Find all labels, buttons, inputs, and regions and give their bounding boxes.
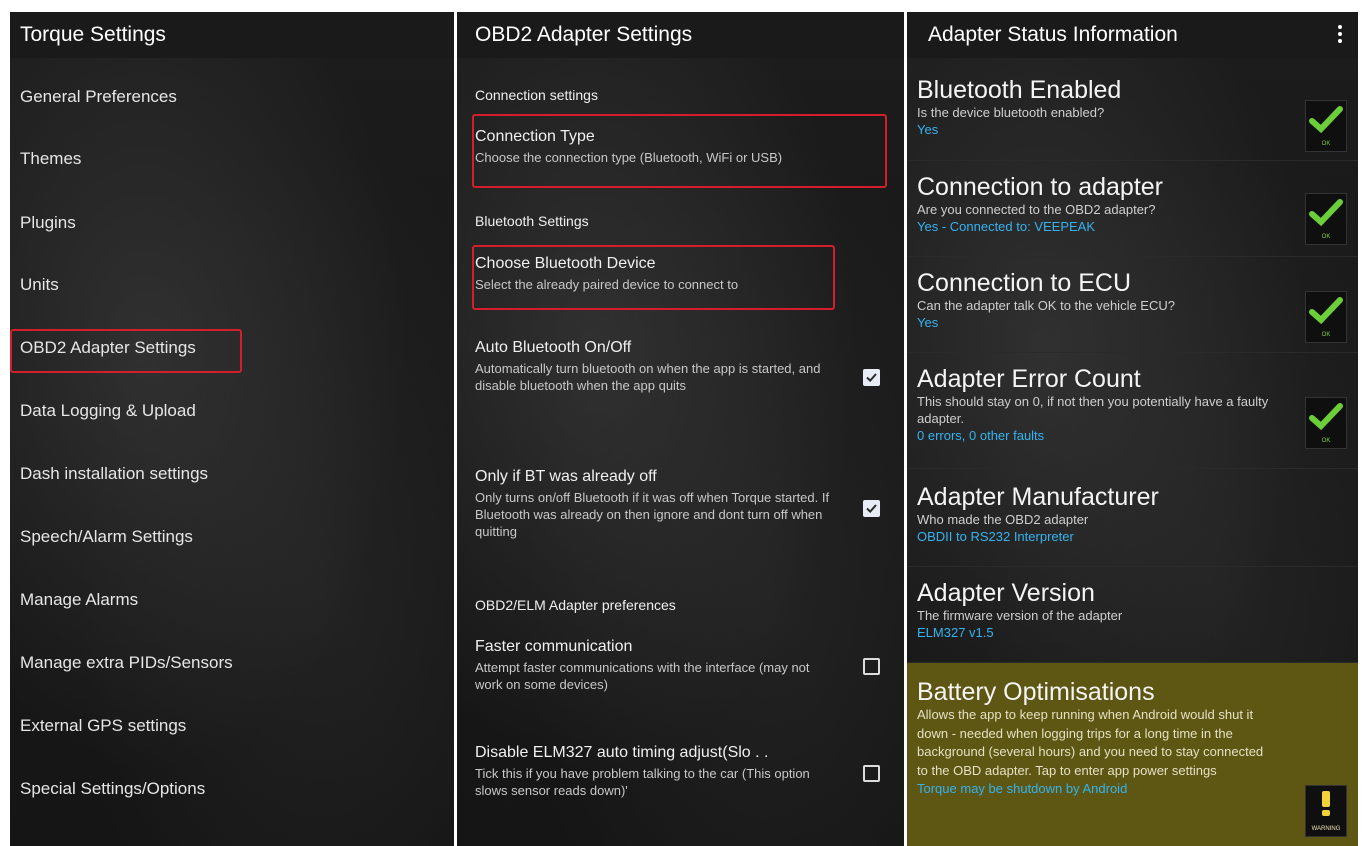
status-description: Is the device bluetooth enabled? xyxy=(917,105,1105,120)
status-adapter-error-count[interactable]: Adapter Error Count This should stay on … xyxy=(907,353,1358,469)
badge-label: WARNING xyxy=(1311,826,1341,832)
warning-badge-icon: WARNING xyxy=(1305,785,1347,837)
torque-settings-panel: Torque Settings General Preferences Them… xyxy=(10,12,454,846)
status-connection-to-adapter[interactable]: Connection to adapter Are you connected … xyxy=(907,161,1358,257)
menu-item-units[interactable]: Units xyxy=(10,254,454,316)
pref-summary: Tick this if you have problem talking to… xyxy=(475,766,810,798)
page-title: OBD2 Adapter Settings xyxy=(457,12,904,58)
menu-item-dash-installation[interactable]: Dash installation settings xyxy=(10,443,454,505)
ok-badge-icon: OK xyxy=(1305,291,1347,343)
adapter-status-panel: Adapter Status Information Bluetooth Ena… xyxy=(907,12,1358,846)
badge-label: OK xyxy=(1321,234,1331,240)
badge-label: OK xyxy=(1321,141,1331,147)
only-if-bt-off-pref[interactable]: Only if BT was already off Only turns on… xyxy=(475,468,835,540)
status-heading: Adapter Version xyxy=(917,579,1095,607)
auto-bluetooth-checkbox[interactable] xyxy=(863,369,880,386)
status-adapter-manufacturer[interactable]: Adapter Manufacturer Who made the OBD2 a… xyxy=(907,469,1358,567)
pref-title: Only if BT was already off xyxy=(475,468,657,485)
ok-badge-icon: OK xyxy=(1305,100,1347,152)
ok-badge-icon: OK xyxy=(1305,397,1347,449)
highlight-box xyxy=(472,245,835,310)
status-connection-to-ecu[interactable]: Connection to ECU Can the adapter talk O… xyxy=(907,257,1358,353)
obd2-adapter-settings-panel: OBD2 Adapter Settings Connection setting… xyxy=(457,12,904,846)
status-description: Allows the app to keep running when Andr… xyxy=(917,707,1264,778)
page-title: Torque Settings xyxy=(10,12,454,58)
badge-label: OK xyxy=(1321,438,1331,444)
menu-item-data-logging[interactable]: Data Logging & Upload xyxy=(10,380,454,442)
section-header-connection: Connection settings xyxy=(475,87,598,103)
status-value: ELM327 v1.5 xyxy=(917,625,994,640)
status-heading: Battery Optimisations xyxy=(917,678,1155,706)
highlight-box xyxy=(10,329,242,373)
highlight-box xyxy=(472,114,887,188)
menu-item-plugins[interactable]: Plugins xyxy=(10,192,454,254)
status-description: Who made the OBD2 adapter xyxy=(917,512,1089,527)
page-title: Adapter Status Information xyxy=(907,12,1358,58)
disable-auto-timing-checkbox[interactable] xyxy=(863,765,880,782)
status-description: This should stay on 0, if not then you p… xyxy=(917,394,1269,426)
status-value: Yes xyxy=(917,122,939,137)
status-value: OBDII to RS232 Interpreter xyxy=(917,529,1074,544)
status-description: Are you connected to the OBD2 adapter? xyxy=(917,202,1156,217)
pref-title: Disable ELM327 auto timing adjust(Slo . … xyxy=(475,744,769,761)
menu-item-external-gps[interactable]: External GPS settings xyxy=(10,695,454,757)
status-adapter-version[interactable]: Adapter Version The firmware version of … xyxy=(907,567,1358,663)
status-value: Yes xyxy=(917,315,939,330)
status-heading: Adapter Error Count xyxy=(917,365,1141,393)
status-value: 0 errors, 0 other faults xyxy=(917,428,1045,443)
only-if-bt-off-checkbox[interactable] xyxy=(863,500,880,517)
section-header-bluetooth: Bluetooth Settings xyxy=(475,213,589,229)
menu-item-themes[interactable]: Themes xyxy=(10,128,454,190)
status-heading: Connection to ECU xyxy=(917,269,1132,297)
faster-communication-checkbox[interactable] xyxy=(863,658,880,675)
status-bluetooth-enabled[interactable]: Bluetooth Enabled Is the device bluetoot… xyxy=(907,66,1358,161)
pref-summary: Attempt faster communications with the i… xyxy=(475,660,810,692)
badge-label: OK xyxy=(1321,332,1331,338)
section-header-elm: OBD2/ELM Adapter preferences xyxy=(475,597,676,613)
menu-item-manage-pids[interactable]: Manage extra PIDs/Sensors xyxy=(10,632,454,694)
auto-bluetooth-pref[interactable]: Auto Bluetooth On/Off Automatically turn… xyxy=(475,339,835,394)
status-description: Can the adapter talk OK to the vehicle E… xyxy=(917,298,1175,313)
status-value: Torque may be shutdown by Android xyxy=(917,781,1128,796)
menu-item-manage-alarms[interactable]: Manage Alarms xyxy=(10,569,454,631)
menu-item-general-preferences[interactable]: General Preferences xyxy=(10,66,454,128)
menu-item-speech-alarm[interactable]: Speech/Alarm Settings xyxy=(10,506,454,568)
more-options-icon[interactable] xyxy=(1338,25,1342,45)
pref-summary: Automatically turn bluetooth on when the… xyxy=(475,361,821,393)
status-battery-optimisations[interactable]: Battery Optimisations Allows the app to … xyxy=(907,663,1358,846)
faster-communication-pref[interactable]: Faster communication Attempt faster comm… xyxy=(475,638,835,693)
status-description: The firmware version of the adapter xyxy=(917,608,1123,623)
ok-badge-icon: OK xyxy=(1305,193,1347,245)
status-value: Yes - Connected to: VEEPEAK xyxy=(917,219,1096,234)
pref-title: Faster communication xyxy=(475,638,633,655)
status-heading: Adapter Manufacturer xyxy=(917,483,1159,511)
pref-summary: Only turns on/off Bluetooth if it was of… xyxy=(475,490,830,539)
menu-item-special-settings[interactable]: Special Settings/Options xyxy=(10,758,454,820)
status-heading: Connection to adapter xyxy=(917,173,1164,201)
disable-auto-timing-pref[interactable]: Disable ELM327 auto timing adjust(Slo . … xyxy=(475,744,835,799)
status-heading: Bluetooth Enabled xyxy=(917,76,1122,104)
pref-title: Auto Bluetooth On/Off xyxy=(475,339,632,356)
